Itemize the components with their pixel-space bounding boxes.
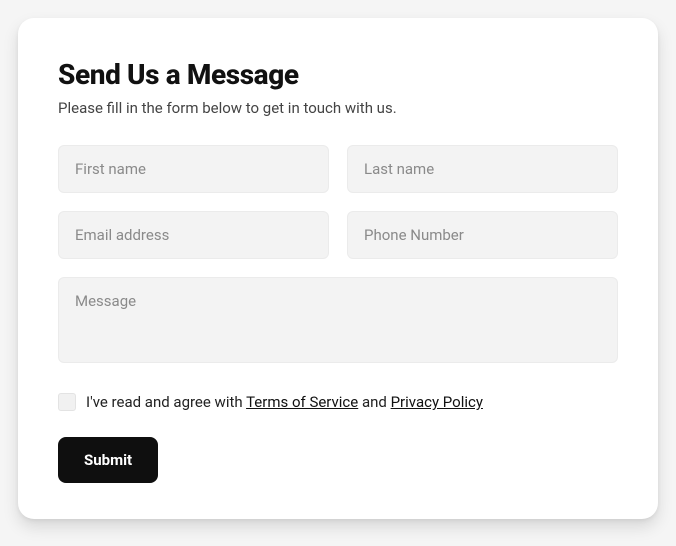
contact-form-card: Send Us a Message Please fill in the for… <box>18 18 658 519</box>
message-field[interactable] <box>58 277 618 363</box>
agreement-text: I've read and agree with Terms of Servic… <box>86 393 483 411</box>
agreement-prefix: I've read and agree with <box>86 393 246 411</box>
email-field[interactable] <box>58 211 329 259</box>
form-heading: Send Us a Message <box>58 58 618 91</box>
first-name-field[interactable] <box>58 145 329 193</box>
agreement-row: I've read and agree with Terms of Servic… <box>58 393 618 411</box>
last-name-field[interactable] <box>347 145 618 193</box>
agreement-checkbox[interactable] <box>58 393 76 411</box>
privacy-link[interactable]: Privacy Policy <box>391 393 483 411</box>
submit-button[interactable]: Submit <box>58 437 158 483</box>
name-row <box>58 145 618 193</box>
terms-link[interactable]: Terms of Service <box>246 393 358 411</box>
form-subheading: Please fill in the form below to get in … <box>58 99 618 117</box>
contact-row <box>58 211 618 259</box>
phone-field[interactable] <box>347 211 618 259</box>
agreement-middle: and <box>358 393 390 411</box>
